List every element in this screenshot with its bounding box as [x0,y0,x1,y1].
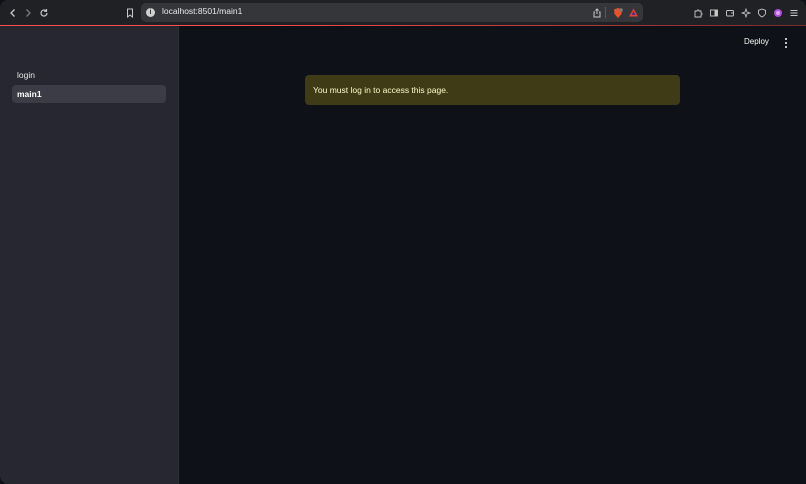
sidebar-icon[interactable] [705,4,722,21]
leo-icon[interactable] [737,4,754,21]
browser-toolbar: i localhost:8501/main1 [0,0,806,25]
brave-shield-icon[interactable] [609,4,626,21]
address-bar[interactable]: i localhost:8501/main1 [141,3,643,22]
wallet-icon[interactable] [721,4,738,21]
hamburger-menu-icon[interactable] [785,4,802,21]
profile-icon[interactable] [769,4,786,21]
reload-icon[interactable] [35,4,52,21]
browser-window: i localhost:8501/main1 login main1 Deplo… [0,0,806,484]
sidebar-item-main1[interactable]: main1 [12,85,166,103]
brave-rewards-icon[interactable] [625,4,642,21]
more-options-icon[interactable] [782,36,790,50]
puzzle-icon[interactable] [689,4,706,21]
info-icon[interactable]: i [146,8,155,17]
vpn-icon[interactable] [753,4,770,21]
divider [605,7,606,18]
sidebar-item-login[interactable]: login [12,66,166,84]
sidebar: login main1 [0,26,179,484]
chevron-right-icon[interactable] [19,4,36,21]
deploy-button[interactable]: Deploy [744,37,769,46]
url-text[interactable]: localhost:8501/main1 [162,6,242,16]
bookmark-icon[interactable] [121,4,138,21]
share-icon[interactable] [588,4,605,21]
main-content: Deploy You must log in to access this pa… [180,26,806,484]
warning-alert: You must log in to access this page. [305,75,680,105]
